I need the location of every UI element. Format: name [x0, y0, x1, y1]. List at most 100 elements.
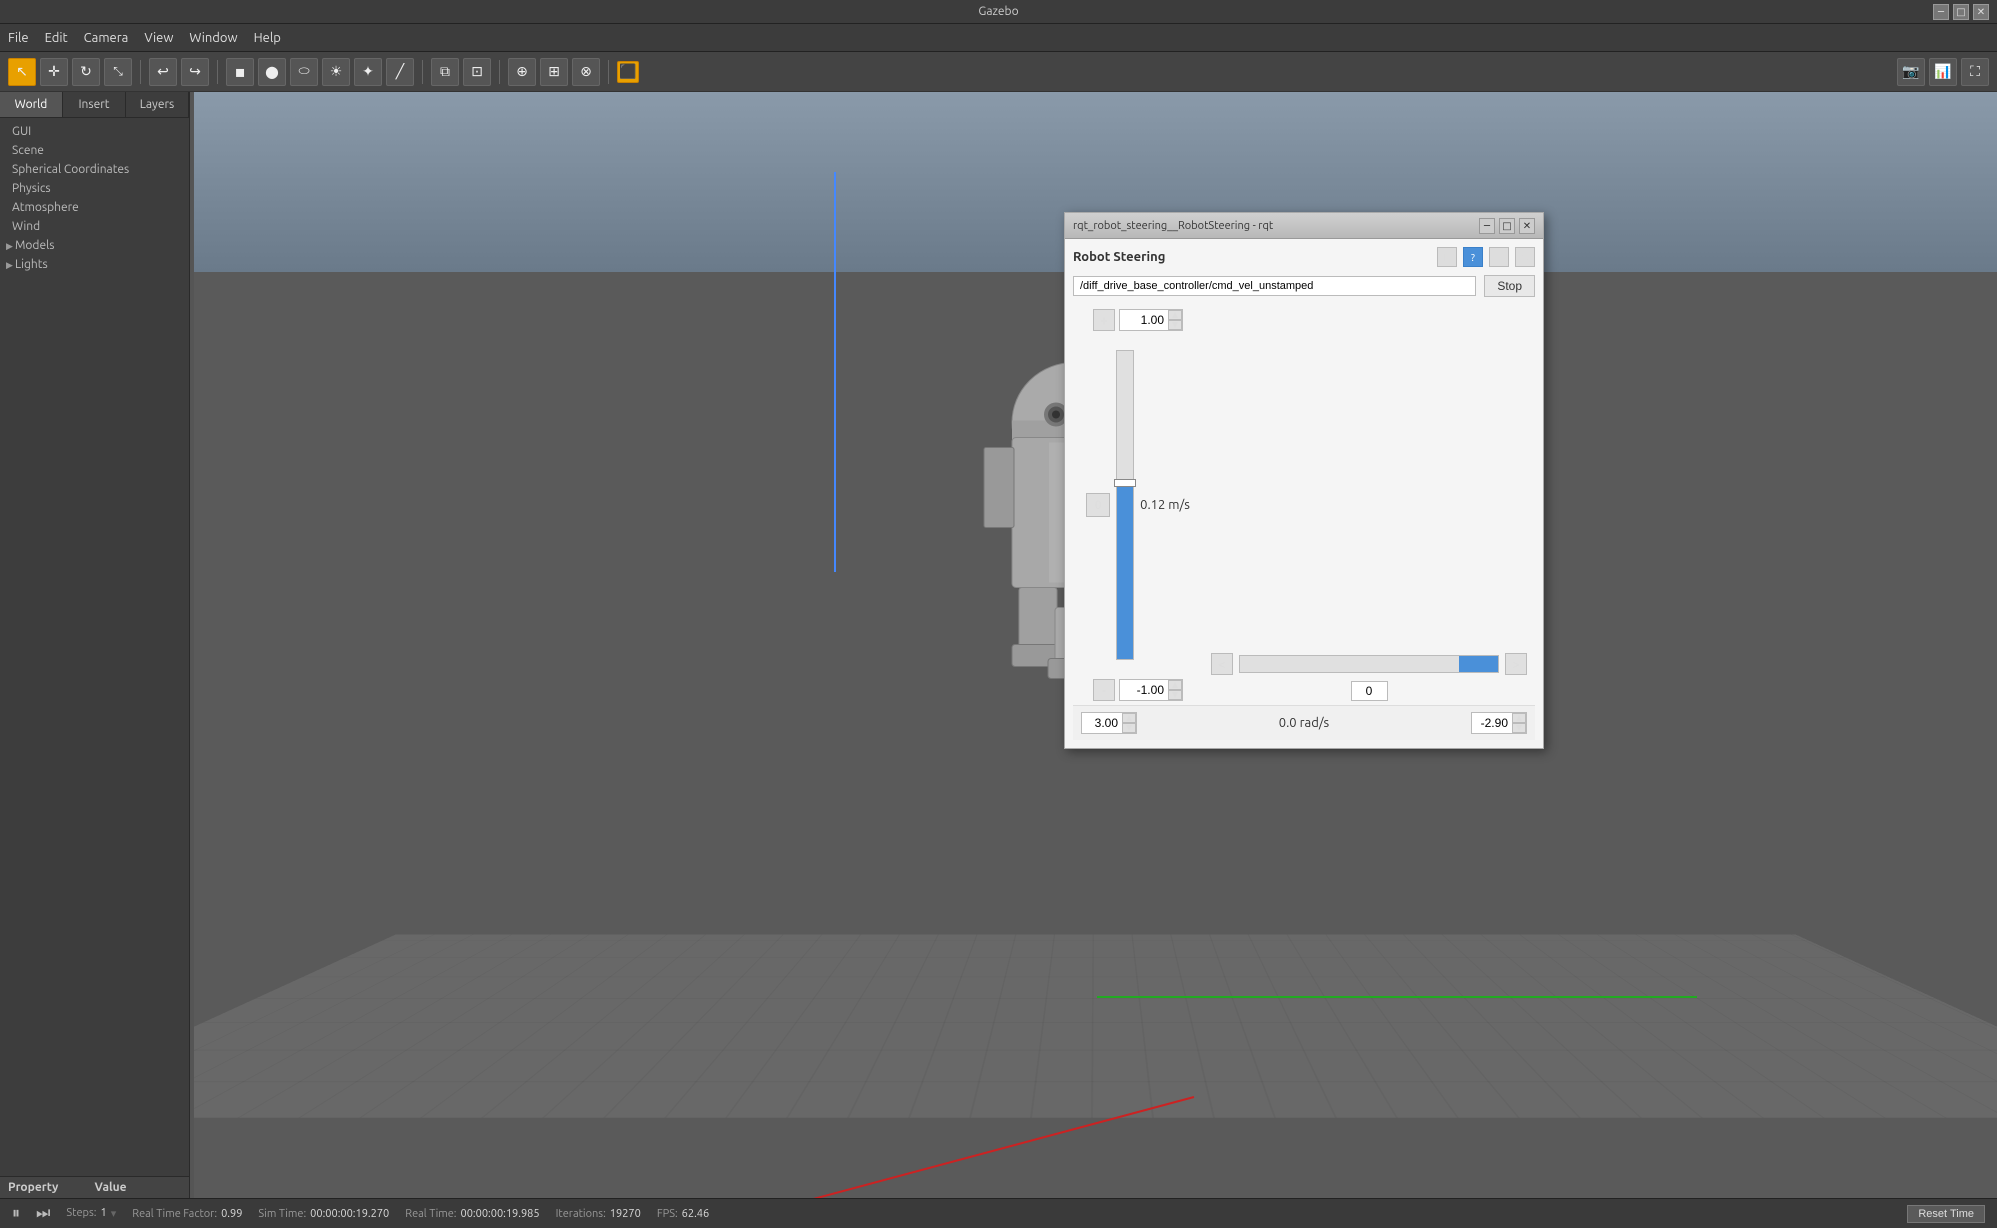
redo-btn[interactable]: ↪ [181, 58, 209, 86]
rqt-topic-row: Stop [1073, 275, 1535, 297]
active-mode-btn[interactable]: ⬛ [617, 61, 639, 83]
rtf-display: Real Time Factor: 0.99 [132, 1208, 242, 1220]
rqt-restore-btn[interactable]: □ [1499, 218, 1515, 234]
rqt-help-btn[interactable]: ? [1463, 247, 1483, 267]
snap-btn[interactable]: ⊞ [540, 58, 568, 86]
menu-edit[interactable]: Edit [45, 31, 68, 45]
rqt-close-btn[interactable]: ✕ [1519, 218, 1535, 234]
rqt-o-btn[interactable]: O [1515, 247, 1535, 267]
real-time-value: 00:00:00:19.985 [461, 1208, 540, 1220]
sidebar-tree: GUI Scene Spherical Coordinates Physics … [0, 118, 189, 1176]
select-tool-btn[interactable]: ↖ [8, 58, 36, 86]
sidebar-item-wind[interactable]: Wind [0, 217, 189, 236]
fullscreen-btn[interactable]: ⛶ [1961, 58, 1989, 86]
minimize-btn[interactable]: ─ [1933, 4, 1949, 20]
real-time-label: Real Time: [405, 1208, 456, 1220]
menu-camera[interactable]: Camera [84, 31, 129, 45]
copy-btn[interactable]: ⧉ [431, 58, 459, 86]
sidebar-item-physics[interactable]: Physics [0, 179, 189, 198]
rqt-topic-input[interactable] [1073, 276, 1476, 296]
close-btn[interactable]: ✕ [1973, 4, 1989, 20]
translate-tool-btn[interactable]: ✛ [40, 58, 68, 86]
viewport[interactable]: rqt_robot_steering__RobotSteering - rqt … [194, 92, 1997, 1198]
stop-button[interactable]: Stop [1484, 275, 1535, 297]
sidebar-item-atmosphere[interactable]: Atmosphere [0, 198, 189, 217]
align-btn[interactable]: ⊕ [508, 58, 536, 86]
tab-layers[interactable]: Layers [126, 92, 189, 117]
undo-btn[interactable]: ↩ [149, 58, 177, 86]
reset-time-button[interactable]: Reset Time [1907, 1205, 1985, 1223]
left-limit-down[interactable]: ▼ [1122, 723, 1136, 733]
angular-left-limit: ▲ ▼ [1081, 712, 1137, 734]
screenshot-btn[interactable]: 📷 [1897, 58, 1925, 86]
linear-slider-track[interactable] [1116, 350, 1134, 660]
sep4 [499, 60, 500, 84]
sphere-btn[interactable]: ● [258, 58, 286, 86]
linear-min-input[interactable] [1120, 680, 1168, 700]
angular-left-limit-input[interactable] [1082, 714, 1122, 732]
linear-plus-btn[interactable]: + [1093, 309, 1115, 331]
menu-help[interactable]: Help [254, 31, 281, 45]
angular-zero-input[interactable] [1352, 682, 1387, 700]
menu-window[interactable]: Window [189, 31, 237, 45]
log-btn[interactable]: 📊 [1929, 58, 1957, 86]
floor-grid [194, 934, 1997, 1118]
rqt-titlebar[interactable]: rqt_robot_steering__RobotSteering - rqt … [1065, 213, 1543, 239]
sidebar-item-gui[interactable]: GUI [0, 122, 189, 141]
rqt-bottom: ▲ ▼ 0.0 rad/s ▲ ▼ [1073, 705, 1535, 740]
rqt-minimize-btn[interactable]: ─ [1479, 218, 1495, 234]
linear-top-controls: + ▲ ▼ [1093, 309, 1183, 331]
align2-btn[interactable]: ⊗ [572, 58, 600, 86]
linear-max-input[interactable] [1120, 310, 1168, 330]
steps-label: Steps: [66, 1207, 96, 1220]
sidebar-item-scene[interactable]: Scene [0, 141, 189, 160]
rqt-dash-btn[interactable]: — [1489, 247, 1509, 267]
rqt-sliders: + ▲ ▼ 0 [1073, 305, 1535, 705]
dirlight-btn[interactable]: ╱ [386, 58, 414, 86]
fps-display: FPS: 62.46 [657, 1208, 709, 1220]
angular-right-limit: ▲ ▼ [1471, 712, 1527, 734]
angular-left-btn[interactable]: < [1211, 653, 1233, 675]
scale-tool-btn[interactable]: ⤡ [104, 58, 132, 86]
angular-right-limit-input[interactable] [1472, 714, 1512, 732]
rqt-header-right: D ? — O [1437, 247, 1535, 267]
sidebar: World Insert Layers GUI Scene Spherical … [0, 92, 190, 1198]
rqt-d-btn[interactable]: D [1437, 247, 1457, 267]
linear-max-up[interactable]: ▲ [1168, 310, 1182, 320]
rqt-plugin-label: Robot Steering [1073, 250, 1165, 264]
rqt-win-controls: ─ □ ✕ [1479, 218, 1535, 234]
iterations-display: Iterations: 19270 [556, 1208, 641, 1220]
right-limit-down[interactable]: ▼ [1512, 723, 1526, 733]
menu-file[interactable]: File [8, 31, 29, 45]
linear-min-up[interactable]: ▲ [1168, 680, 1182, 690]
spotlight-btn[interactable]: ✦ [354, 58, 382, 86]
menu-view[interactable]: View [144, 31, 173, 45]
tab-world[interactable]: World [0, 92, 63, 117]
box-btn[interactable]: ▪ [226, 58, 254, 86]
linear-max-down[interactable]: ▼ [1168, 320, 1182, 330]
maximize-btn[interactable]: □ [1953, 4, 1969, 20]
linear-speed-value: 0.12 m/s [1140, 498, 1190, 512]
linear-min-down[interactable]: ▼ [1168, 690, 1182, 700]
rotate-tool-btn[interactable]: ↻ [72, 58, 100, 86]
sidebar-item-spherical[interactable]: Spherical Coordinates [0, 160, 189, 179]
step-btn[interactable]: ⏭ [36, 1204, 50, 1223]
tab-insert[interactable]: Insert [63, 92, 126, 117]
iterations-value: 19270 [610, 1208, 641, 1220]
left-limit-up[interactable]: ▲ [1122, 713, 1136, 723]
sep3 [422, 60, 423, 84]
sidebar-item-models[interactable]: Models [0, 236, 189, 255]
pointlight-btn[interactable]: ☀ [322, 58, 350, 86]
linear-bottom-controls: - ▲ ▼ [1093, 679, 1183, 701]
menu-bar: File Edit Camera View Window Help [0, 24, 1997, 52]
cylinder-btn[interactable]: ⬭ [290, 58, 318, 86]
right-limit-up[interactable]: ▲ [1512, 713, 1526, 723]
angular-slider-track[interactable] [1239, 655, 1499, 673]
rqt-header: Robot Steering D ? — O [1073, 247, 1535, 267]
pause-btn[interactable]: ⏸ [12, 1204, 20, 1223]
angular-right-btn[interactable]: > [1505, 653, 1527, 675]
linear-zero-btn[interactable]: 0 [1086, 493, 1110, 517]
linear-minus-btn[interactable]: - [1093, 679, 1115, 701]
paste-btn[interactable]: ⊡ [463, 58, 491, 86]
sidebar-item-lights[interactable]: Lights [0, 255, 189, 274]
